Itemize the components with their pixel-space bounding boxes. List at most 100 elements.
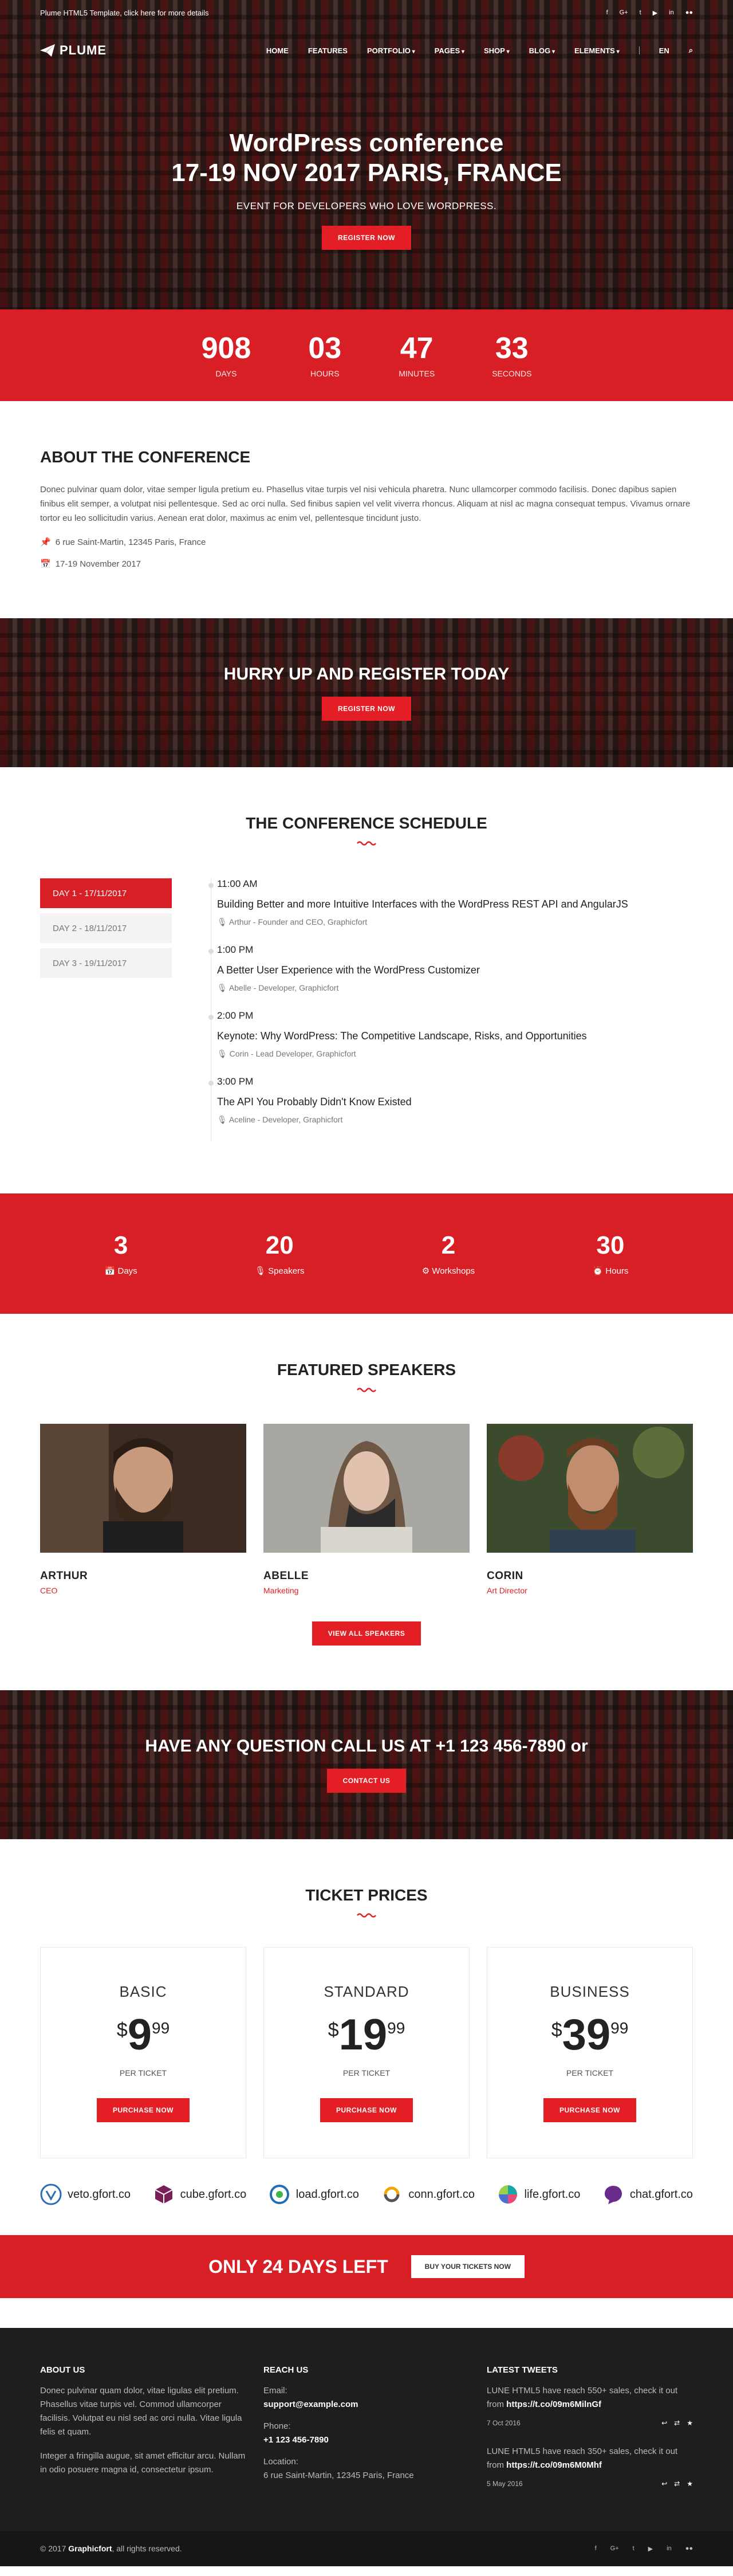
facebook-icon[interactable]: f [595, 2545, 597, 2553]
flickr-icon[interactable]: ●● [685, 9, 693, 17]
about-date: 📅 17-19 November 2017 [40, 559, 693, 570]
speaker-role: CEO [40, 1586, 58, 1595]
flickr-icon[interactable]: ●● [685, 2545, 693, 2553]
tickets-banner: ONLY 24 DAYS LEFT BUY YOUR TICKETS NOW [0, 2235, 733, 2298]
nav-item-portfolio[interactable]: PORTFOLIO [367, 46, 415, 55]
price-amount: 19 [338, 2010, 388, 2059]
template-notice-link[interactable]: Plume HTML5 Template, click here for mor… [40, 9, 209, 17]
nav-item-features[interactable]: FEATURES [308, 46, 348, 55]
countdown-value: 33 [495, 332, 529, 365]
footer-email[interactable]: support@example.com [263, 2400, 358, 2409]
top-social-icons: f G+ t ▶ in ●● [606, 9, 693, 17]
client-label: veto.gfort.co [68, 2188, 131, 2201]
paper-plane-icon [40, 44, 55, 57]
hero-register-button[interactable]: REGISTER NOW [321, 226, 411, 250]
favorite-icon[interactable]: ★ [687, 2416, 693, 2430]
schedule-event: 2:00 PM Keynote: Why WordPress: The Comp… [208, 1010, 693, 1059]
stat-label-wrap: ⏰ Hours [592, 1266, 628, 1276]
tab-day-1[interactable]: DAY 1 - 17/11/2017 [40, 878, 172, 908]
price-value: $19 99 [264, 2012, 469, 2058]
event-time: 1:00 PM [217, 944, 254, 955]
linkedin-icon[interactable]: in [669, 9, 674, 17]
price-card-standard: STANDARD $19 99 PER TICKET PURCHASE NOW [263, 1947, 470, 2158]
tweet: LUNE HTML5 have reach 350+ sales, check … [487, 2445, 693, 2491]
microphone-icon: 🎙 [217, 1115, 227, 1124]
purchase-button[interactable]: PURCHASE NOW [543, 2098, 636, 2122]
view-all-speakers-button[interactable]: VIEW ALL SPEAKERS [312, 1621, 421, 1646]
retweet-icon[interactable]: ⇄ [674, 2416, 680, 2430]
copyright-brand[interactable]: Graphicfort [68, 2544, 112, 2553]
nav-menu: HOME FEATURES PORTFOLIO PAGES SHOP BLOG … [266, 46, 693, 55]
brand-logo[interactable]: PLUME [40, 43, 107, 58]
search-icon[interactable]: ⌕ [689, 46, 693, 55]
purchase-button[interactable]: PURCHASE NOW [96, 2098, 190, 2122]
footer-tweets: LATEST TWEETS LUNE HTML5 have reach 550+… [487, 2363, 693, 2506]
favorite-icon[interactable]: ★ [687, 2477, 693, 2491]
purchase-button[interactable]: PURCHASE NOW [320, 2098, 413, 2122]
speaker-card[interactable]: CORIN Art Director [487, 1424, 693, 1595]
main-nav: PLUME HOME FEATURES PORTFOLIO PAGES SHOP… [0, 25, 733, 76]
speaker-name: ABELLE [263, 1570, 309, 1582]
about-text: Donec pulvinar quam dolor, vitae semper … [40, 485, 691, 523]
event-title[interactable]: The API You Probably Didn't Know Existed [217, 1094, 693, 1109]
veto-logo-icon [40, 2184, 62, 2205]
footer-phone-label: Phone: [263, 2421, 291, 2431]
client-logo-conn[interactable]: conn.gfort.co [381, 2184, 475, 2205]
client-logo-cube[interactable]: cube.gfort.co [153, 2184, 247, 2205]
stat-value: 3 [113, 1231, 128, 1259]
map-pin-icon: 📌 [40, 537, 51, 547]
language-switch[interactable]: EN [659, 46, 669, 55]
speaker-role: Marketing [263, 1586, 299, 1595]
stat-label: Hours [605, 1266, 629, 1276]
speaker-card[interactable]: ARTHUR CEO [40, 1424, 246, 1595]
nav-item-home[interactable]: HOME [266, 46, 289, 55]
gear-icon: ⚙ [421, 1266, 430, 1276]
google-plus-icon[interactable]: G+ [620, 9, 628, 17]
youtube-icon[interactable]: ▶ [653, 9, 657, 17]
stats-band: 3 📅 Days 20 🎙 Speakers 2 ⚙ Workshops 30 ⏰ Ho… [0, 1193, 733, 1314]
buy-tickets-button[interactable]: BUY YOUR TICKETS NOW [411, 2255, 525, 2278]
linkedin-icon[interactable]: in [667, 2545, 672, 2553]
register-cta: HURRY UP AND REGISTER TODAY REGISTER NOW [0, 618, 733, 767]
client-logo-load[interactable]: load.gfort.co [269, 2184, 359, 2205]
register-cta-button[interactable]: REGISTER NOW [321, 697, 411, 721]
pricing-heading: TICKET PRICES [305, 1886, 428, 1904]
schedule-event: 11:00 AM Building Better and more Intuit… [208, 878, 693, 927]
price-cents: 99 [610, 2019, 629, 2037]
nav-item-blog[interactable]: BLOG [529, 46, 555, 55]
price-card-basic: BASIC $9 99 PER TICKET PURCHASE NOW [40, 1947, 246, 2158]
tab-day-3[interactable]: DAY 3 - 19/11/2017 [40, 948, 172, 978]
facebook-icon[interactable]: f [606, 9, 608, 17]
tweet-link[interactable]: https://t.co/09m6M0Mhf [506, 2460, 602, 2470]
youtube-icon[interactable]: ▶ [648, 2545, 653, 2553]
price-value: $39 99 [487, 2012, 692, 2058]
speaker-card[interactable]: ABELLE Marketing [263, 1424, 470, 1595]
nav-item-elements[interactable]: ELEMENTS [574, 46, 620, 55]
countdown-label: DAYS [215, 369, 237, 378]
nav-item-blog-label: BLOG [529, 46, 555, 55]
reply-icon[interactable]: ↩ [661, 2416, 667, 2430]
stat-hours: 30 ⏰ Hours [592, 1231, 628, 1276]
client-logo-veto[interactable]: veto.gfort.co [40, 2184, 131, 2205]
countdown-label: HOURS [310, 369, 340, 378]
footer-about-heading: ABOUT US [40, 2365, 85, 2375]
event-title[interactable]: Building Better and more Intuitive Inter… [217, 897, 693, 912]
nav-item-pages[interactable]: PAGES [435, 46, 464, 55]
wave-divider-icon [357, 1913, 376, 1918]
event-title[interactable]: A Better User Experience with the WordPr… [217, 963, 693, 977]
client-logo-life[interactable]: life.gfort.co [497, 2184, 580, 2205]
twitter-icon[interactable]: t [640, 9, 641, 17]
reply-icon[interactable]: ↩ [661, 2477, 667, 2491]
tweet-link[interactable]: https://t.co/09m6MilnGf [506, 2400, 601, 2409]
google-plus-icon[interactable]: G+ [610, 2545, 619, 2553]
client-logos: veto.gfort.co cube.gfort.co load.gfort.c… [0, 2158, 733, 2205]
client-logo-chat[interactable]: chat.gfort.co [602, 2184, 693, 2205]
nav-item-shop[interactable]: SHOP [484, 46, 510, 55]
client-label: cube.gfort.co [180, 2188, 247, 2201]
price-amount: 9 [127, 2010, 152, 2059]
event-title[interactable]: Keynote: Why WordPress: The Competitive … [217, 1028, 693, 1043]
retweet-icon[interactable]: ⇄ [674, 2477, 680, 2491]
contact-us-button[interactable]: CONTACT US [326, 1769, 407, 1793]
tab-day-2[interactable]: DAY 2 - 18/11/2017 [40, 913, 172, 943]
twitter-icon[interactable]: t [633, 2545, 635, 2553]
